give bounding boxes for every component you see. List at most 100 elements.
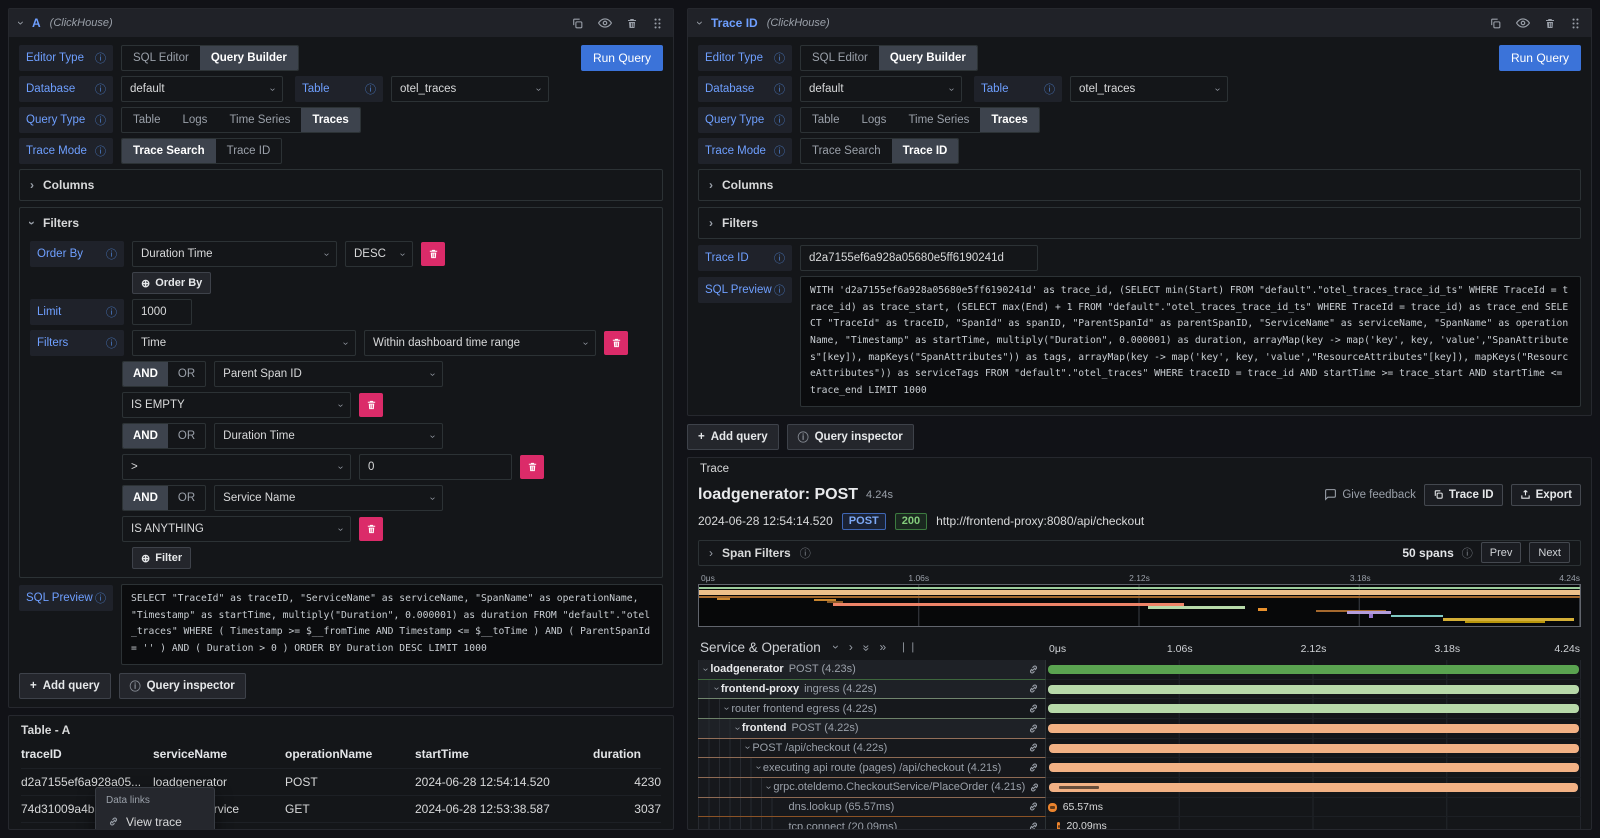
span-name[interactable]: ›POST /api/checkout (4.22s) [698, 739, 1046, 759]
delete-query-icon[interactable] [1544, 17, 1556, 30]
query-type-time-series[interactable]: Time Series [897, 108, 980, 132]
span-link-icon[interactable] [1025, 782, 1046, 793]
order-by-direction-select[interactable]: DESC› [345, 241, 413, 267]
span-name[interactable]: tcp.connect (20.09ms) [698, 817, 1046, 829]
remove-filter-button[interactable] [359, 517, 383, 541]
span-timeline[interactable]: 65.57ms [1046, 798, 1581, 818]
span-link-icon[interactable] [1024, 801, 1045, 812]
hide-query-icon[interactable] [598, 16, 612, 30]
columns-section[interactable]: ›Columns [19, 169, 663, 201]
add-filter-button[interactable]: ⊕Filter [132, 547, 191, 569]
query-type-table[interactable]: Table [122, 108, 172, 132]
and-option[interactable]: AND [123, 362, 168, 386]
table-select[interactable]: otel_traces› [391, 76, 549, 102]
trace-id-button[interactable]: Trace ID [1424, 484, 1503, 506]
filter-operator-select[interactable]: IS ANYTHING› [122, 516, 351, 542]
span-name[interactable]: ›frontend-proxyingress (4.22s) [698, 680, 1046, 700]
add-query-button[interactable]: +Add query [687, 424, 779, 450]
query-type-logs[interactable]: Logs [172, 108, 219, 132]
database-select[interactable]: default› [121, 76, 283, 102]
trace-mode-trace-search[interactable]: Trace Search [122, 139, 216, 163]
span-collapse-icon[interactable]: › [700, 667, 711, 670]
editor-type-query-builder[interactable]: Query Builder [200, 46, 298, 70]
query-type-traces[interactable]: Traces [980, 108, 1038, 132]
database-select[interactable]: default› [800, 76, 962, 102]
filter-operator-select[interactable]: IS EMPTY› [122, 392, 351, 418]
and-option[interactable]: AND [123, 424, 168, 448]
export-button[interactable]: Export [1511, 484, 1581, 506]
span-name[interactable]: ›executing api route (pages) /api/checko… [698, 758, 1046, 778]
collapse-query-icon[interactable]: › [14, 21, 28, 25]
column-header-operationName[interactable]: operationName [285, 743, 415, 769]
info-icon[interactable]: ⓘ [1462, 545, 1473, 561]
chevron-right-icon[interactable]: › [709, 546, 713, 560]
duplicate-query-icon[interactable] [571, 17, 584, 30]
table-select[interactable]: otel_traces› [1070, 76, 1228, 102]
info-icon[interactable]: ⓘ [365, 81, 376, 97]
or-option[interactable]: OR [168, 486, 205, 510]
order-by-field-select[interactable]: Duration Time› [132, 241, 337, 267]
query-type-time-series[interactable]: Time Series [218, 108, 301, 132]
info-icon[interactable]: ⓘ [95, 590, 106, 606]
delete-query-icon[interactable] [626, 17, 638, 30]
info-icon[interactable]: ⓘ [774, 282, 785, 298]
editor-type-sql-editor[interactable]: SQL Editor [122, 46, 200, 70]
span-timeline[interactable] [1046, 719, 1581, 739]
column-header-duration[interactable]: duration [593, 743, 661, 769]
remove-filter-button[interactable] [359, 393, 383, 417]
next-span-button[interactable]: Next [1529, 542, 1570, 563]
column-header-serviceName[interactable]: serviceName [153, 743, 285, 769]
limit-input[interactable]: 1000 [132, 299, 192, 325]
span-collapse-icon[interactable]: › [763, 786, 774, 789]
minimap-canvas[interactable] [698, 584, 1581, 627]
span-link-icon[interactable] [1024, 742, 1045, 753]
span-collapse-icon[interactable]: › [732, 727, 743, 730]
editor-type-query-builder[interactable]: Query Builder [879, 46, 977, 70]
span-link-icon[interactable] [1024, 821, 1045, 829]
info-icon[interactable]: ⓘ [95, 81, 106, 97]
span-name[interactable]: ›grpc.oteldemo.CheckoutService/PlaceOrde… [698, 778, 1046, 798]
trace-mode-trace-id[interactable]: Trace ID [892, 139, 959, 163]
span-link-icon[interactable] [1024, 664, 1045, 675]
filter-operator-select[interactable]: Within dashboard time range› [364, 330, 596, 356]
span-collapse-icon[interactable]: › [711, 687, 722, 690]
filter-value-input[interactable]: 0 [359, 454, 512, 480]
editor-type-sql-editor[interactable]: SQL Editor [801, 46, 879, 70]
column-header-startTime[interactable]: startTime [415, 743, 593, 769]
span-name[interactable]: ›frontendPOST (4.22s) [698, 719, 1046, 739]
remove-filter-button[interactable] [520, 455, 544, 479]
info-icon[interactable]: ⓘ [95, 143, 106, 159]
span-timeline[interactable] [1046, 660, 1581, 680]
expand-all-icon[interactable]: » [880, 640, 885, 654]
data-link-view-trace[interactable]: View trace [96, 810, 214, 830]
run-query-button[interactable]: Run Query [1499, 45, 1581, 71]
filter-field-select[interactable]: Service Name› [214, 485, 443, 511]
filter-field-select[interactable]: Duration Time› [214, 423, 443, 449]
info-icon[interactable]: ⓘ [774, 112, 785, 128]
span-name[interactable]: ›router frontend egress (4.22s) [698, 699, 1046, 719]
query-inspector-button[interactable]: ⓘQuery inspector [119, 673, 246, 699]
give-feedback-button[interactable]: Give feedback [1324, 488, 1416, 501]
query-inspector-button[interactable]: ⓘQuery inspector [787, 424, 914, 450]
prev-span-button[interactable]: Prev [1481, 542, 1522, 563]
filters-section[interactable]: ›Filters [698, 207, 1581, 239]
span-collapse-icon[interactable]: › [753, 766, 764, 769]
query-type-logs[interactable]: Logs [851, 108, 898, 132]
info-icon[interactable]: ⓘ [106, 304, 117, 320]
span-link-icon[interactable] [1024, 723, 1045, 734]
filter-operator-select[interactable]: >› [122, 454, 351, 480]
span-timeline[interactable] [1046, 758, 1581, 778]
collapse-all-icon[interactable]: » [859, 645, 873, 650]
remove-order-by-button[interactable] [421, 242, 445, 266]
info-icon[interactable]: ⓘ [774, 50, 785, 66]
or-option[interactable]: OR [168, 424, 205, 448]
info-icon[interactable]: ⓘ [774, 81, 785, 97]
span-timeline[interactable] [1046, 699, 1581, 719]
span-timeline[interactable] [1046, 739, 1581, 759]
info-icon[interactable]: ⓘ [95, 112, 106, 128]
span-collapse-icon[interactable]: › [721, 707, 732, 710]
filter-field-select[interactable]: Parent Span ID› [214, 361, 443, 387]
remove-filter-button[interactable] [604, 331, 628, 355]
column-resize-handle[interactable]: ❘❘ [899, 642, 918, 653]
info-icon[interactable]: ⓘ [106, 335, 117, 351]
